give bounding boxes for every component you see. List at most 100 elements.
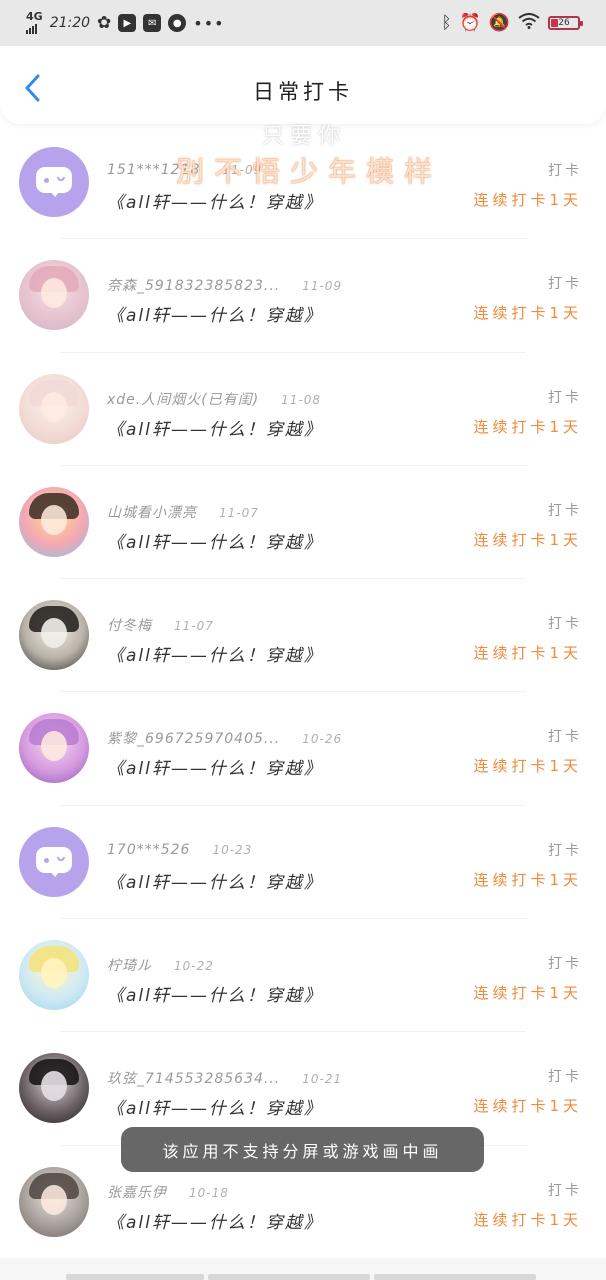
user-meta: 紫黎_696725970405... 10-26: [107, 728, 342, 748]
checkin-label: 打卡: [548, 729, 582, 746]
streak-label: 连续打卡1天: [473, 417, 582, 436]
user-meta: 柠琦ル 10-22: [107, 955, 214, 975]
list-item[interactable]: 山城看小漂亮 11-07 《all轩——什么！穿越》 打卡 连续打卡1天: [0, 466, 606, 580]
battery-level: 26: [558, 18, 570, 28]
bluetooth-icon: ᛒ: [441, 13, 452, 33]
watermark-line-1: 只要你: [262, 124, 347, 149]
checkin-date: 10-21: [302, 1072, 343, 1087]
network-type: 4G: [26, 10, 43, 23]
username: 山城看小漂亮: [107, 504, 197, 521]
username: 张嘉乐伊: [107, 1184, 167, 1201]
book-title: 《all轩——什么！穿越》: [107, 986, 323, 1007]
streak-label: 连续打卡1天: [473, 757, 582, 776]
book-title: 《all轩——什么！穿越》: [107, 1212, 323, 1233]
avatar[interactable]: [19, 1166, 89, 1237]
bottom-segment: [208, 1274, 370, 1280]
book-title: 《all轩——什么！穿越》: [107, 193, 323, 213]
clock: 21:20: [49, 15, 91, 31]
username: 柠琦ル: [107, 958, 152, 975]
list-item[interactable]: 付冬梅 11-07 《all轩——什么！穿越》 打卡 连续打卡1天: [0, 579, 606, 693]
avatar[interactable]: [19, 486, 89, 557]
avatar[interactable]: [19, 1053, 89, 1124]
streak-label: 连续打卡1天: [473, 530, 582, 549]
checkin-date: 11-09: [302, 279, 343, 294]
avatar[interactable]: [19, 826, 89, 897]
nav-header: 日常打卡: [0, 48, 606, 124]
signal-icon: [26, 22, 43, 34]
network-indicator: 4G: [26, 10, 43, 34]
mute-icon: 🔕: [488, 13, 510, 33]
user-meta: 张嘉乐伊 10-18: [107, 1182, 229, 1202]
streak-label: 连续打卡1天: [473, 191, 582, 209]
toast-message: 该应用不支持分屏或游戏画中画: [121, 1127, 484, 1172]
avatar[interactable]: [19, 147, 89, 217]
book-title: 《all轩——什么！穿越》: [107, 532, 323, 553]
avatar[interactable]: [19, 260, 89, 331]
checkin-date: 10-23: [212, 842, 253, 857]
checkin-list: 151***1218 11-09 《all轩——什么！穿越》 打卡 连续打卡1天 …: [0, 126, 606, 1259]
user-meta: 付冬梅 11-07: [107, 615, 214, 635]
status-bar: 4G 21:20 ✿ ▶ ✉ ● ••• ᛒ ⏰ 🔕 26: [0, 0, 606, 46]
checkin-label: 打卡: [548, 276, 582, 293]
book-title: 《all轩——什么！穿越》: [107, 1099, 323, 1120]
bottom-bar: [0, 1258, 606, 1280]
checkin-date: 11-07: [174, 619, 214, 634]
pinwheel-icon: ✿: [97, 13, 112, 33]
checkin-label: 打卡: [548, 1182, 582, 1199]
streak-label: 连续打卡1天: [473, 304, 582, 323]
user-meta: 山城看小漂亮 11-07: [107, 502, 259, 522]
avatar[interactable]: [19, 940, 89, 1011]
user-meta: xde.人间烟火(已有闺) 11-08: [107, 389, 321, 409]
streak-label: 连续打卡1天: [473, 984, 582, 1003]
book-title: 《all轩——什么！穿越》: [107, 872, 323, 893]
username: 170***526: [107, 841, 191, 858]
bottom-segment: [66, 1274, 204, 1280]
avatar[interactable]: [19, 600, 89, 671]
list-item[interactable]: 奈森_591832385823... 11-09 《all轩——什么！穿越》 打卡…: [0, 239, 606, 353]
book-title: 《all轩——什么！穿越》: [107, 419, 323, 440]
page-title: 日常打卡: [253, 80, 353, 104]
user-meta: 奈森_591832385823... 11-09: [107, 275, 342, 295]
user-meta: 玖弦_714553285634... 10-21: [107, 1068, 342, 1088]
wifi-icon: [518, 12, 540, 34]
username: 紫黎_696725970405...: [107, 731, 281, 748]
book-title: 《all轩——什么！穿越》: [107, 759, 323, 780]
streak-label: 连续打卡1天: [473, 1210, 582, 1229]
checkin-date: 10-22: [174, 959, 214, 974]
book-title: 《all轩——什么！穿越》: [107, 646, 323, 667]
book-title: 《all轩——什么！穿越》: [107, 306, 323, 327]
streak-label: 连续打卡1天: [473, 870, 582, 889]
message-icon: ✉: [143, 14, 162, 32]
bottom-segment: [374, 1274, 536, 1280]
list-item[interactable]: 170***526 10-23 《all轩——什么！穿越》 打卡 连续打卡1天: [0, 806, 606, 920]
watermark-line-2: 別不悟少年模样: [176, 155, 443, 188]
username: xde.人间烟火(已有闺): [107, 391, 260, 408]
list-item[interactable]: 紫黎_696725970405... 10-26 《all轩——什么！穿越》 打卡…: [0, 692, 606, 806]
app-icon: ●: [168, 14, 187, 32]
checkin-date: 11-08: [281, 392, 322, 407]
streak-label: 连续打卡1天: [473, 644, 582, 663]
list-item[interactable]: xde.人间烟火(已有闺) 11-08 《all轩——什么！穿越》 打卡 连续打卡…: [0, 353, 606, 466]
checkin-date: 10-26: [302, 732, 343, 747]
checkin-label: 打卡: [548, 956, 582, 973]
list-item[interactable]: 柠琦ル 10-22 《all轩——什么！穿越》 打卡 连续打卡1天: [0, 919, 606, 1033]
alarm-icon: ⏰: [459, 13, 481, 33]
checkin-date: 11-07: [219, 505, 259, 520]
username: 玖弦_714553285634...: [107, 1071, 281, 1088]
battery-icon: 26: [548, 16, 583, 30]
checkin-label: 打卡: [548, 163, 582, 179]
checkin-label: 打卡: [548, 389, 582, 406]
checkin-label: 打卡: [548, 842, 582, 859]
streak-label: 连续打卡1天: [473, 1097, 582, 1116]
user-meta: 170***526 10-23: [107, 842, 252, 858]
more-notifications-icon: •••: [193, 13, 225, 33]
checkin-label: 打卡: [548, 616, 582, 633]
avatar[interactable]: [19, 713, 89, 784]
video-icon: ▶: [118, 14, 137, 32]
checkin-date: 10-18: [189, 1185, 229, 1200]
username: 奈森_591832385823...: [107, 278, 281, 295]
checkin-label: 打卡: [548, 502, 582, 519]
username: 付冬梅: [107, 618, 152, 635]
avatar[interactable]: [19, 373, 89, 444]
checkin-label: 打卡: [548, 1069, 582, 1086]
